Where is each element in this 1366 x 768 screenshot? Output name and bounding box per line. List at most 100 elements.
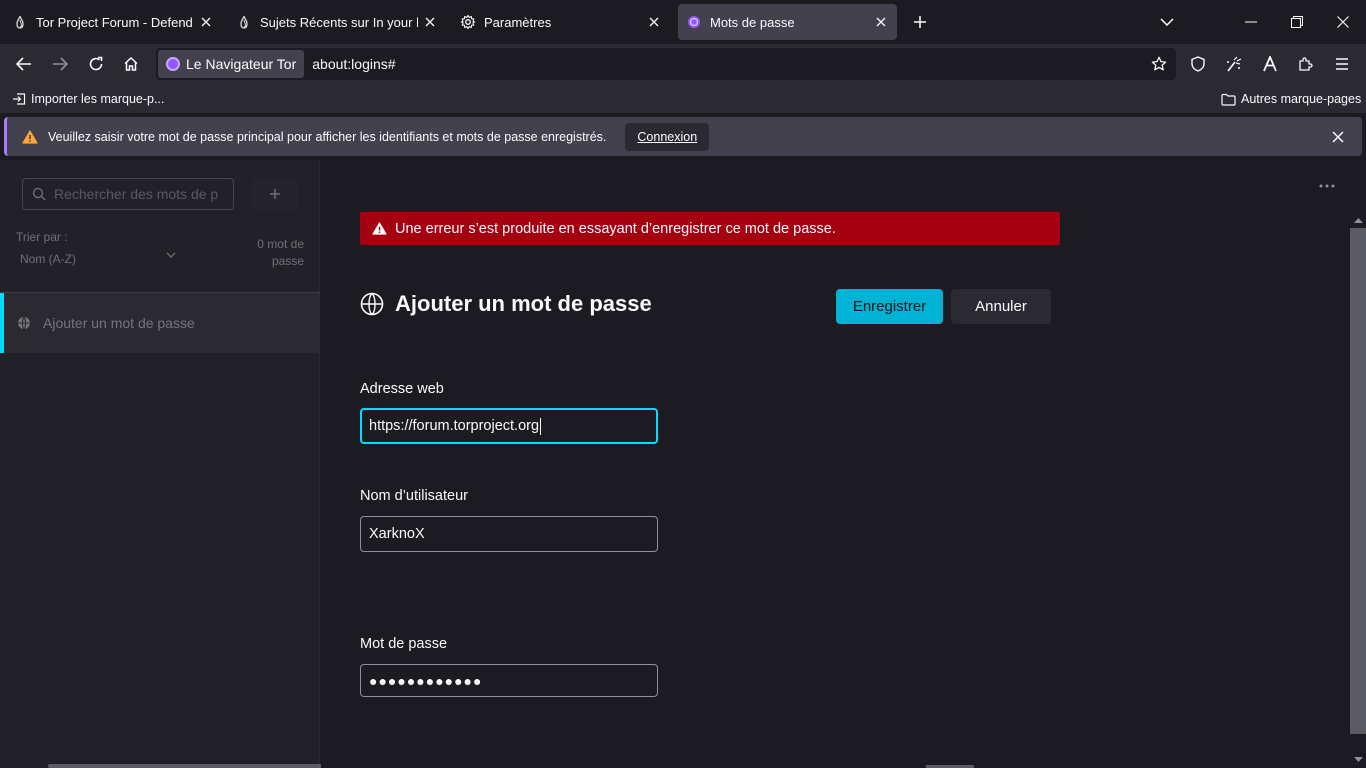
- password-field[interactable]: ●●●●●●●●●●●●: [360, 664, 658, 697]
- import-bookmarks-item[interactable]: Importer les marque-p...: [12, 85, 164, 113]
- tab-passwords[interactable]: Mots de passe: [678, 4, 897, 40]
- sidebar-scrollbar[interactable]: [48, 764, 336, 768]
- search-input[interactable]: Rechercher des mots de p: [22, 178, 234, 210]
- url-bar[interactable]: Le Navigateur Tor about:logins#: [156, 48, 1176, 80]
- tab-tor-forum[interactable]: Tor Project Forum - Defend you: [4, 4, 222, 40]
- web-address-label: Adresse web: [360, 381, 444, 397]
- bookmark-star-button[interactable]: [1143, 48, 1175, 80]
- add-login-button[interactable]: [252, 178, 298, 210]
- new-tab-button[interactable]: [897, 0, 943, 44]
- chevron-down-icon: [1353, 756, 1363, 762]
- close-icon[interactable]: [873, 14, 889, 30]
- tor-browser-icon: [686, 14, 702, 30]
- search-placeholder: Rechercher des mots de p: [54, 186, 219, 202]
- security-level-button[interactable]: [1182, 48, 1214, 80]
- text-caret: [540, 417, 542, 435]
- extensions-button[interactable]: [1290, 48, 1322, 80]
- other-bookmarks-item[interactable]: Autres marque-pages: [1221, 85, 1361, 113]
- tab-strip: Tor Project Forum - Defend you Sujets Ré…: [0, 0, 1366, 44]
- globe-icon: [360, 292, 384, 316]
- reload-button[interactable]: [80, 48, 112, 80]
- save-button[interactable]: Enregistrer: [836, 289, 943, 324]
- cancel-button[interactable]: Annuler: [951, 289, 1051, 324]
- login-detail-pane: Une erreur s’est produite en essayant d’…: [321, 160, 1366, 768]
- web-address-field[interactable]: https://forum.torproject.org: [360, 408, 658, 444]
- login-count-line2: passe: [271, 254, 304, 268]
- close-icon[interactable]: [646, 14, 662, 30]
- bookmarks-toolbar: Importer les marque-p... Autres marque-p…: [0, 85, 1366, 113]
- forward-button[interactable]: [44, 48, 76, 80]
- web-address-value: https://forum.torproject.org: [369, 418, 540, 434]
- sidebar-item-label: Ajouter un mot de passe: [43, 315, 195, 331]
- close-icon[interactable]: [422, 14, 438, 30]
- password-value: ●●●●●●●●●●●●: [369, 672, 483, 689]
- close-icon[interactable]: [198, 14, 214, 30]
- globe-icon: [18, 316, 30, 330]
- username-value: XarknoX: [369, 526, 425, 542]
- reader-font-button[interactable]: [1254, 48, 1286, 80]
- arrow-left-icon: [16, 57, 31, 71]
- minimize-button[interactable]: [1228, 0, 1274, 44]
- close-notification-button[interactable]: [1328, 127, 1348, 147]
- close-window-button[interactable]: [1320, 0, 1366, 44]
- tab-settings[interactable]: Paramètres: [452, 4, 670, 40]
- font-icon: [1263, 56, 1277, 72]
- chevron-up-icon: [1353, 217, 1363, 223]
- import-icon: [13, 93, 26, 105]
- username-label: Nom d’utilisateur: [360, 488, 468, 504]
- more-options-button[interactable]: [1315, 178, 1339, 194]
- search-icon: [32, 187, 46, 201]
- new-identity-button[interactable]: [1218, 48, 1250, 80]
- tab-title: Mots de passe: [710, 14, 795, 30]
- sort-select[interactable]: Nom (A-Z): [16, 252, 176, 266]
- tor-browser-icon: [166, 57, 180, 71]
- list-all-tabs-button[interactable]: [1144, 0, 1190, 44]
- error-message: Une erreur s’est produite en essayant d’…: [395, 220, 836, 237]
- plus-icon: [914, 16, 926, 28]
- password-label: Mot de passe: [360, 636, 448, 652]
- tab-title: Tor Project Forum - Defend you: [36, 14, 194, 30]
- back-button[interactable]: [8, 48, 40, 80]
- identity-label: Le Navigateur Tor: [186, 56, 297, 72]
- tab-title: Paramètres: [484, 14, 552, 30]
- page-title: Ajouter un mot de passe: [395, 291, 652, 316]
- star-icon: [1151, 56, 1167, 71]
- app-menu-button[interactable]: [1326, 48, 1358, 80]
- other-bookmarks-label: Autres marque-pages: [1241, 92, 1362, 106]
- plus-icon: [270, 189, 280, 199]
- sidebar-item-new-login[interactable]: Ajouter un mot de passe: [0, 293, 319, 353]
- login-count: 0 mot de passe: [238, 236, 304, 270]
- primary-password-notification: Veuillez saisir votre mot de passe princ…: [4, 117, 1362, 156]
- warning-icon: [22, 129, 38, 144]
- onion-icon: [236, 14, 252, 30]
- tab-recent-topics[interactable]: Sujets Récents sur In your langu: [228, 4, 446, 40]
- identity-box[interactable]: Le Navigateur Tor: [158, 50, 305, 78]
- folder-icon: [1221, 93, 1236, 106]
- puzzle-icon: [1299, 57, 1313, 71]
- shield-icon: [1191, 56, 1205, 72]
- close-icon: [1337, 16, 1349, 28]
- chevron-down-icon: [166, 252, 176, 258]
- navigation-toolbar: Le Navigateur Tor about:logins#: [0, 44, 1366, 85]
- url-text[interactable]: about:logins#: [312, 56, 395, 72]
- broom-icon: [1227, 56, 1242, 72]
- warning-icon: [372, 222, 387, 235]
- error-banner: Une erreur s’est produite en essayant d’…: [360, 212, 1060, 245]
- sort-label: Trier par :: [16, 230, 68, 244]
- scroll-down-button[interactable]: [1350, 752, 1366, 766]
- username-field[interactable]: XarknoX: [360, 516, 658, 552]
- tab-title: Sujets Récents sur In your langu: [260, 14, 418, 30]
- scroll-up-button[interactable]: [1350, 213, 1366, 227]
- login-button[interactable]: Connexion: [625, 122, 710, 151]
- notification-message: Veuillez saisir votre mot de passe princ…: [48, 129, 607, 144]
- reload-icon: [89, 56, 103, 71]
- arrow-right-icon: [53, 57, 68, 71]
- logins-sidebar: Rechercher des mots de p Trier par : Nom…: [0, 160, 336, 768]
- home-icon: [124, 56, 138, 71]
- sort-value: Nom (A-Z): [20, 252, 76, 266]
- hamburger-menu-icon: [1336, 58, 1348, 70]
- home-button[interactable]: [115, 48, 147, 80]
- vertical-scrollbar-thumb[interactable]: [1350, 228, 1366, 734]
- close-icon: [1332, 131, 1344, 143]
- restore-button[interactable]: [1274, 0, 1320, 44]
